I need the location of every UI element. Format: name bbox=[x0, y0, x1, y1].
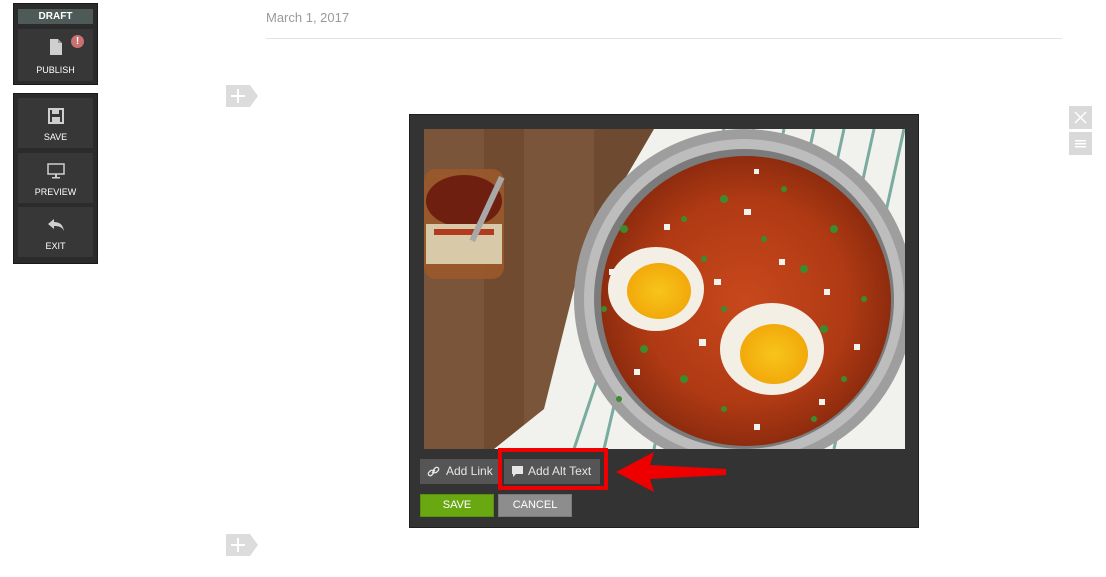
save-toolbar-button[interactable]: SAVE bbox=[18, 98, 93, 148]
alert-badge: ! bbox=[71, 35, 84, 48]
callout-highlight-box bbox=[498, 448, 608, 490]
publish-panel: DRAFT ! PUBLISH bbox=[13, 3, 98, 85]
undo-arrow-icon bbox=[47, 219, 64, 231]
post-date: March 1, 2017 bbox=[266, 10, 350, 25]
remove-block-button[interactable] bbox=[1069, 106, 1092, 129]
publish-label: PUBLISH bbox=[36, 65, 75, 75]
monitor-icon bbox=[46, 163, 65, 179]
add-link-label: Add Link bbox=[446, 464, 493, 478]
exit-label: EXIT bbox=[45, 241, 66, 251]
file-icon bbox=[49, 39, 62, 55]
add-block-button-bottom[interactable] bbox=[226, 534, 258, 556]
plus-icon bbox=[226, 534, 258, 556]
divider bbox=[266, 38, 1062, 39]
cancel-button[interactable]: CANCEL bbox=[498, 494, 572, 517]
preview-label: PREVIEW bbox=[34, 187, 77, 197]
actions-panel: SAVE PREVIEW EXIT bbox=[13, 93, 98, 264]
exit-button[interactable]: EXIT bbox=[18, 207, 93, 257]
plus-icon bbox=[226, 85, 258, 107]
draft-badge: DRAFT bbox=[18, 9, 93, 24]
add-block-button[interactable] bbox=[226, 85, 258, 107]
image-preview[interactable] bbox=[424, 129, 905, 449]
block-menu-button[interactable] bbox=[1069, 132, 1092, 155]
preview-button[interactable]: PREVIEW bbox=[18, 153, 93, 203]
save-toolbar-label: SAVE bbox=[43, 132, 68, 142]
publish-button[interactable]: ! PUBLISH bbox=[18, 29, 93, 81]
floppy-disk-icon bbox=[47, 108, 64, 124]
menu-icon bbox=[1075, 140, 1086, 148]
callout-arrow-icon bbox=[616, 452, 726, 492]
close-icon bbox=[1074, 111, 1087, 124]
link-icon bbox=[427, 466, 440, 477]
add-link-button[interactable]: Add Link bbox=[420, 459, 498, 484]
shakshuka-photo bbox=[424, 129, 905, 449]
save-button[interactable]: SAVE bbox=[420, 494, 494, 517]
